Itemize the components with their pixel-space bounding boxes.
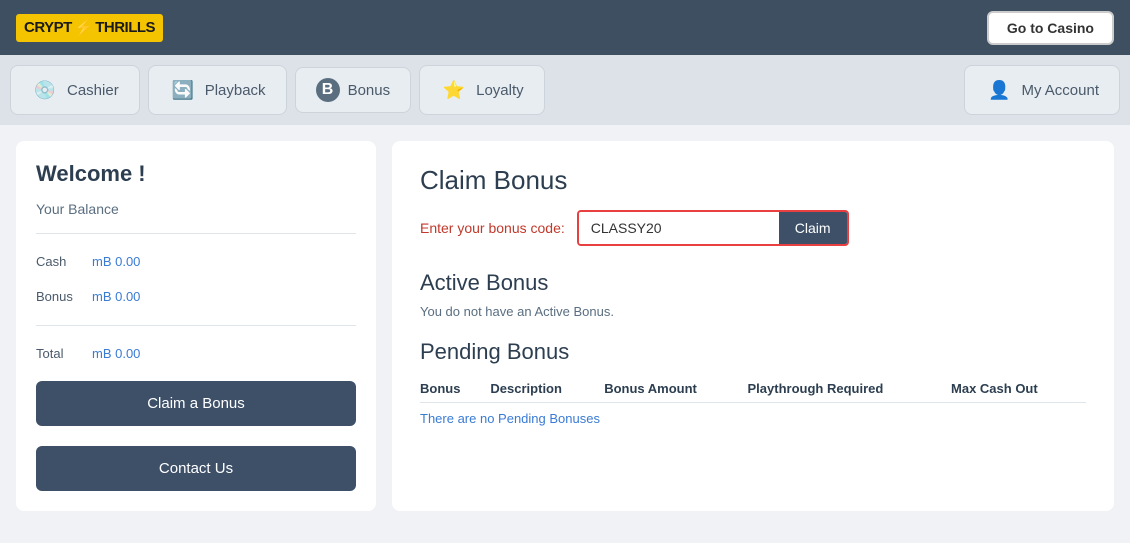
no-pending-text: There are no Pending Bonuses xyxy=(420,403,1086,435)
active-bonus-title: Active Bonus xyxy=(420,270,1086,296)
col-header-description: Description xyxy=(490,375,604,403)
claim-button[interactable]: Claim xyxy=(779,212,847,244)
nav-label-playback: Playback xyxy=(205,82,266,99)
your-balance-label: Your Balance xyxy=(36,201,356,217)
col-header-max-cash-out: Max Cash Out xyxy=(951,375,1086,403)
cashier-icon: 💿 xyxy=(31,76,59,104)
bonus-code-input[interactable] xyxy=(579,212,779,244)
right-panel: Claim Bonus Enter your bonus code: Claim… xyxy=(392,141,1114,511)
divider-2 xyxy=(36,325,356,326)
nav-bar: 💿 Cashier 🔄 Playback B Bonus ⭐ Loyalty 👤… xyxy=(0,55,1130,125)
bonus-icon: B xyxy=(316,78,340,102)
no-active-bonus-text: You do not have an Active Bonus. xyxy=(420,304,1086,319)
bonus-label: Bonus xyxy=(36,285,84,308)
bonus-value: mB 0.00 xyxy=(92,285,140,308)
playback-icon: 🔄 xyxy=(169,76,197,104)
cash-row: Cash mB 0.00 xyxy=(36,250,356,273)
claim-a-bonus-button[interactable]: Claim a Bonus xyxy=(36,381,356,426)
divider-1 xyxy=(36,233,356,234)
no-pending-row: There are no Pending Bonuses xyxy=(420,403,1086,435)
total-value: mB 0.00 xyxy=(92,346,140,361)
nav-item-my-account[interactable]: 👤 My Account xyxy=(964,65,1120,115)
logo-symbol: ⚡ xyxy=(74,18,93,38)
contact-us-button[interactable]: Contact Us xyxy=(36,446,356,491)
nav-item-bonus[interactable]: B Bonus xyxy=(295,67,412,113)
go-to-casino-button[interactable]: Go to Casino xyxy=(987,11,1114,45)
main-content: Welcome ! Your Balance Cash mB 0.00 Bonu… xyxy=(0,125,1130,527)
pending-bonus-table: Bonus Description Bonus Amount Playthrou… xyxy=(420,375,1086,434)
col-header-bonus-amount: Bonus Amount xyxy=(604,375,747,403)
header: CRYPT ⚡ THRILLS Go to Casino xyxy=(0,0,1130,55)
col-header-bonus: Bonus xyxy=(420,375,490,403)
welcome-title: Welcome ! xyxy=(36,161,356,187)
my-account-icon: 👤 xyxy=(985,76,1013,104)
total-row: Total mB 0.00 xyxy=(36,346,356,361)
total-label: Total xyxy=(36,346,84,361)
bonus-code-input-wrap: Claim xyxy=(577,210,849,246)
loyalty-icon: ⭐ xyxy=(440,76,468,104)
nav-label-bonus: Bonus xyxy=(348,82,391,99)
left-panel: Welcome ! Your Balance Cash mB 0.00 Bonu… xyxy=(16,141,376,511)
pending-bonus-title: Pending Bonus xyxy=(420,339,1086,365)
nav-item-loyalty[interactable]: ⭐ Loyalty xyxy=(419,65,545,115)
logo-text-1: CRYPT xyxy=(24,19,72,36)
nav-label-loyalty: Loyalty xyxy=(476,82,524,99)
cash-label: Cash xyxy=(36,250,84,273)
bonus-code-label: Enter your bonus code: xyxy=(420,220,565,236)
claim-bonus-title: Claim Bonus xyxy=(420,165,1086,196)
nav-label-my-account: My Account xyxy=(1021,82,1099,99)
bonus-code-row: Enter your bonus code: Claim xyxy=(420,210,1086,246)
cash-value: mB 0.00 xyxy=(92,250,140,273)
nav-label-cashier: Cashier xyxy=(67,82,119,99)
logo-text-2: THRILLS xyxy=(95,19,155,36)
nav-item-playback[interactable]: 🔄 Playback xyxy=(148,65,287,115)
bonus-row: Bonus mB 0.00 xyxy=(36,285,356,308)
nav-item-cashier[interactable]: 💿 Cashier xyxy=(10,65,140,115)
col-header-playthrough: Playthrough Required xyxy=(748,375,952,403)
logo: CRYPT ⚡ THRILLS xyxy=(16,14,163,42)
